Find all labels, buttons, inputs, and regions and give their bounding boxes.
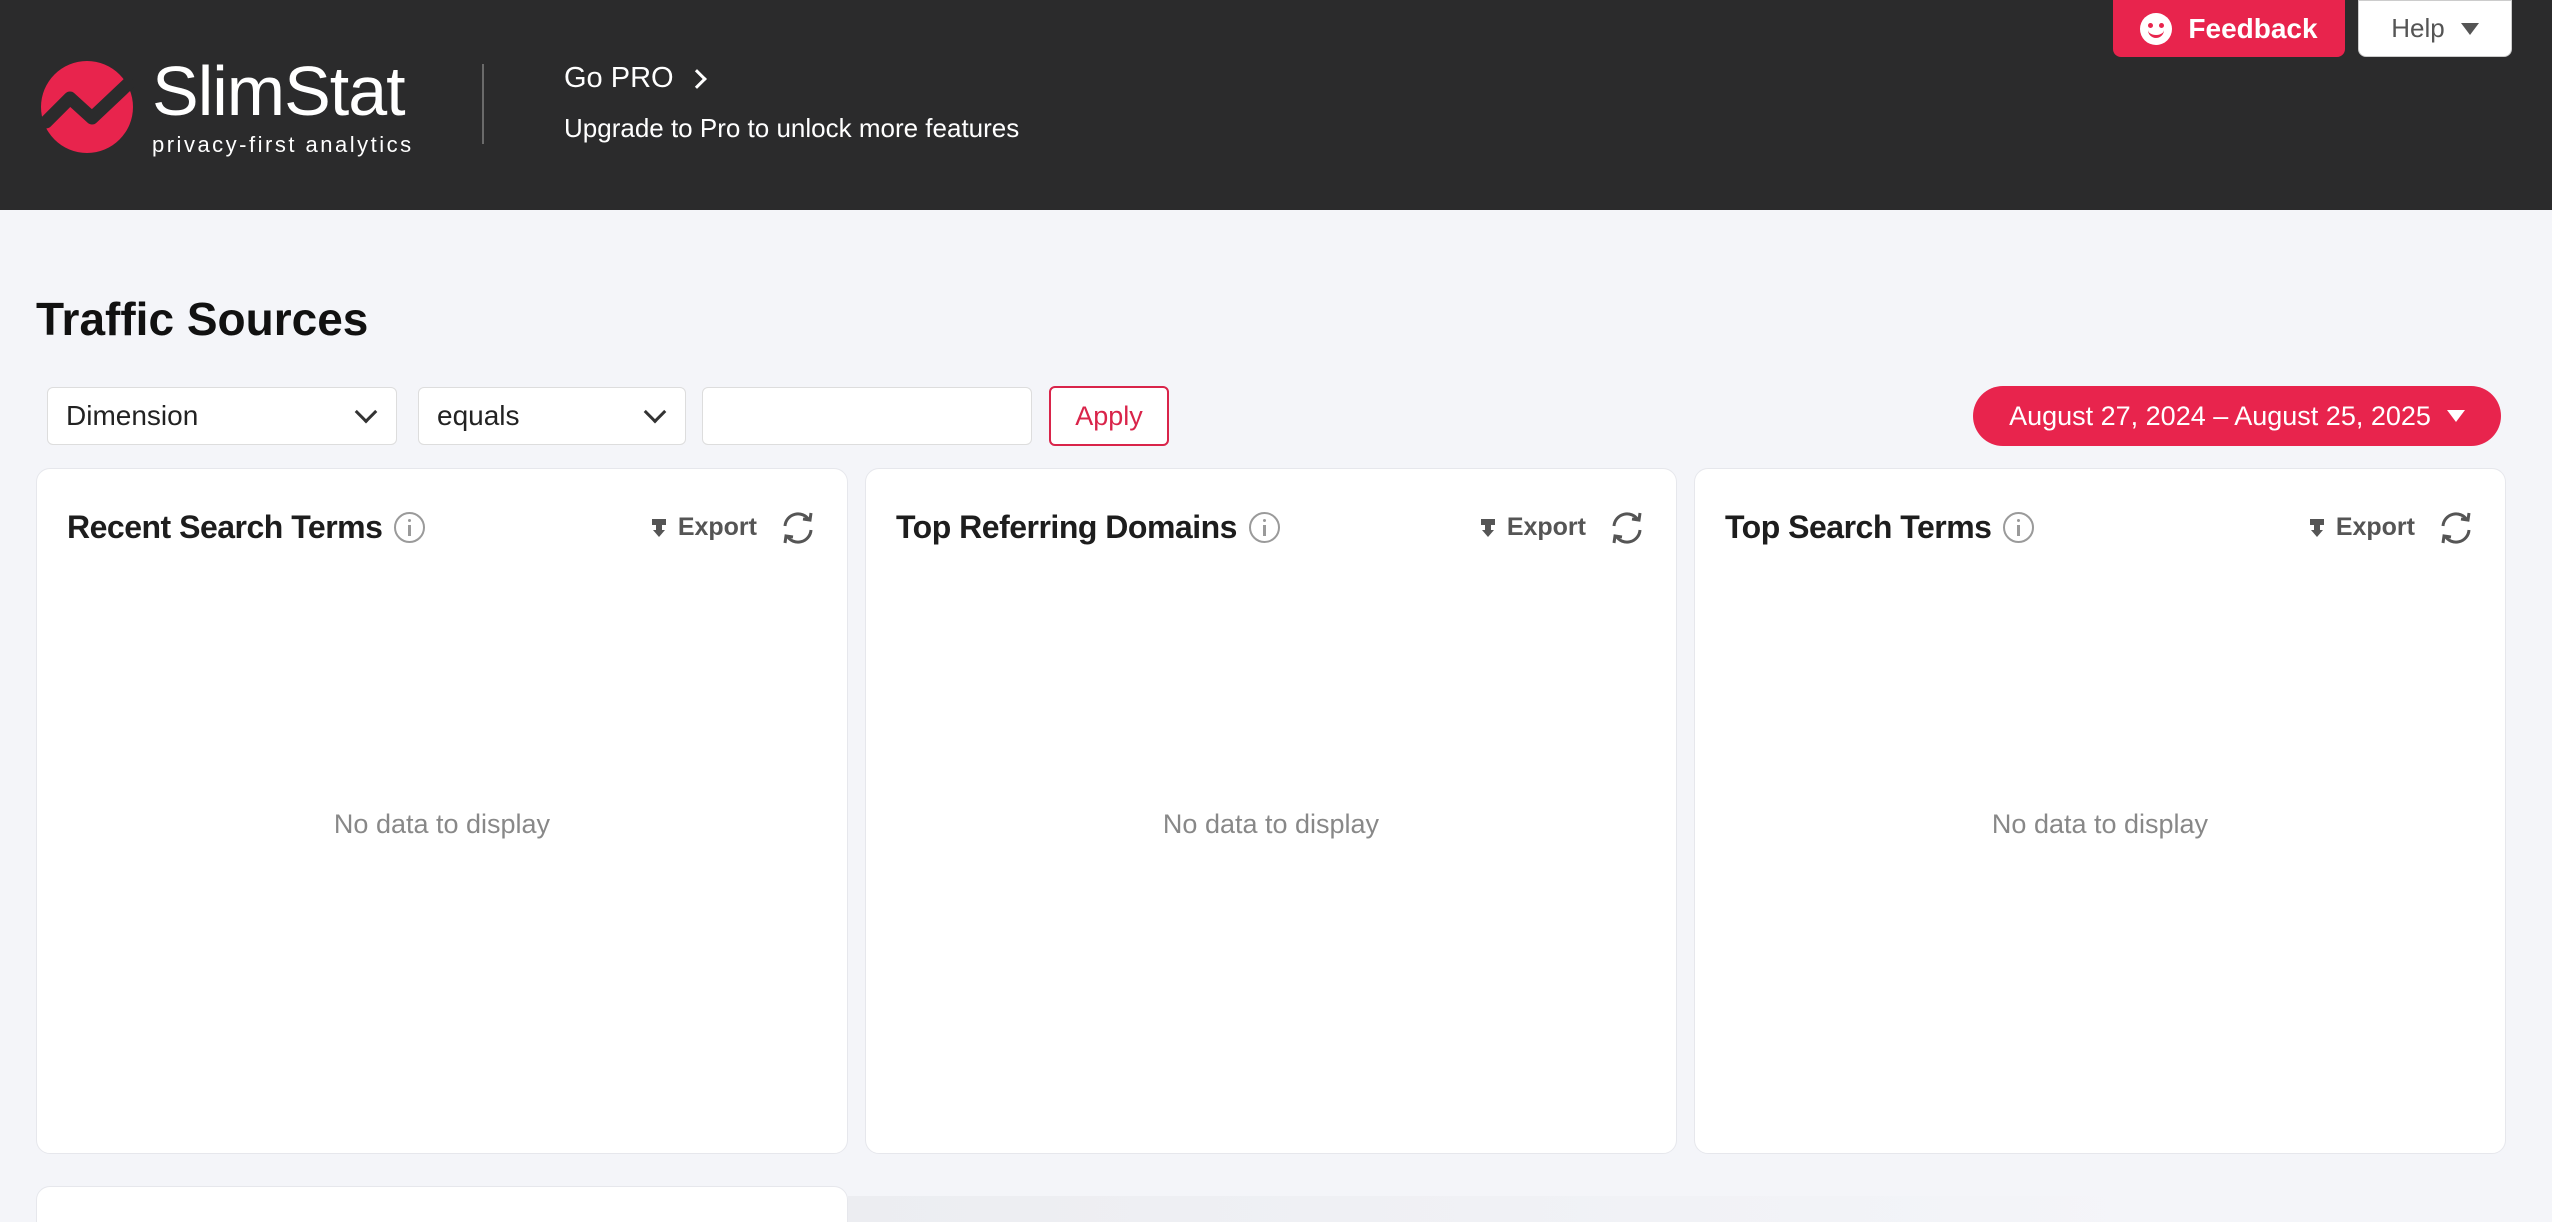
top-referring-domains-card: Top Referring Domains Export No data to … xyxy=(865,468,1677,1154)
operator-select-value: equals xyxy=(437,400,520,431)
help-label: Help xyxy=(2391,13,2445,43)
next-row-shadow xyxy=(848,1196,2148,1222)
slimstat-logo-icon xyxy=(40,61,134,153)
empty-state-message: No data to display xyxy=(333,809,551,839)
download-icon xyxy=(651,518,666,537)
top-header: SlimStat privacy-first analytics Go PRO … xyxy=(0,0,2552,210)
date-range-button[interactable]: August 27, 2024 – August 25, 2025 xyxy=(1973,386,2501,446)
download-icon xyxy=(1480,518,1495,537)
card-title-text: Recent Search Terms xyxy=(67,509,383,545)
info-icon[interactable] xyxy=(394,512,426,543)
next-card-partial xyxy=(36,1186,848,1222)
export-label: Export xyxy=(2335,513,2415,541)
info-icon[interactable] xyxy=(2003,512,2035,543)
date-range-label: August 27, 2024 – August 25, 2025 xyxy=(2009,400,2431,431)
chevron-down-icon xyxy=(354,400,378,424)
go-pro-subtitle: Upgrade to Pro to unlock more features xyxy=(564,113,1020,143)
caret-down-icon xyxy=(2460,22,2479,35)
apply-button[interactable]: Apply xyxy=(1049,386,1169,446)
empty-state-message: No data to display xyxy=(1991,809,2209,839)
export-label: Export xyxy=(677,513,757,541)
chevron-right-icon xyxy=(686,68,707,89)
brand-name: SlimStat xyxy=(152,52,406,130)
filter-value-input[interactable] xyxy=(702,387,1032,445)
export-button[interactable]: Export xyxy=(2308,513,2415,542)
caret-down-icon xyxy=(2446,410,2465,422)
refresh-icon[interactable] xyxy=(779,509,817,547)
go-pro-link[interactable]: Go PRO xyxy=(564,62,1019,95)
header-divider xyxy=(482,64,484,144)
top-search-terms-card: Top Search Terms Export No data to displ… xyxy=(1694,468,2506,1154)
export-button[interactable]: Export xyxy=(650,513,757,542)
dimension-select[interactable]: Dimension xyxy=(47,387,397,445)
feedback-label: Feedback xyxy=(2188,12,2318,44)
card-title-text: Top Search Terms xyxy=(1725,509,1992,545)
operator-select[interactable]: equals xyxy=(418,387,686,445)
card-title: Top Referring Domains xyxy=(896,509,1280,546)
slimstat-logo[interactable]: SlimStat privacy-first analytics xyxy=(40,56,414,158)
page-title: Traffic Sources xyxy=(36,293,369,345)
smiley-icon xyxy=(2140,12,2173,45)
card-title: Top Search Terms xyxy=(1725,509,2035,546)
info-icon[interactable] xyxy=(1248,512,1280,543)
feedback-button[interactable]: Feedback xyxy=(2113,0,2345,57)
brand-tagline: privacy-first analytics xyxy=(152,132,414,157)
card-title-text: Top Referring Domains xyxy=(896,509,1237,545)
go-pro-promo[interactable]: Go PRO Upgrade to Pro to unlock more fea… xyxy=(564,62,1019,144)
empty-state-message: No data to display xyxy=(1162,809,1380,839)
export-button[interactable]: Export xyxy=(1479,513,1586,542)
export-label: Export xyxy=(1506,513,1586,541)
logo-text: SlimStat privacy-first analytics xyxy=(152,56,414,158)
recent-search-terms-card: Recent Search Terms Export No data to di… xyxy=(36,468,848,1154)
chevron-down-icon xyxy=(643,400,667,424)
refresh-icon[interactable] xyxy=(2437,509,2475,547)
refresh-icon[interactable] xyxy=(1608,509,1646,547)
download-icon xyxy=(2309,518,2324,537)
help-button[interactable]: Help xyxy=(2358,0,2512,57)
go-pro-title: Go PRO xyxy=(564,62,674,94)
dimension-select-value: Dimension xyxy=(66,400,199,431)
card-title: Recent Search Terms xyxy=(67,509,426,546)
